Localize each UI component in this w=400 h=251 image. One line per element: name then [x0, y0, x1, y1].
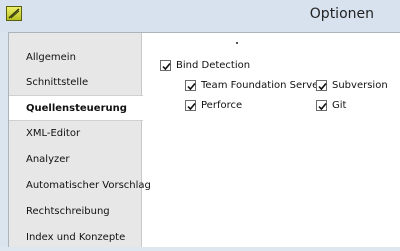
title-bar[interactable]: Optionen: [0, 0, 400, 32]
tfs-option[interactable]: Team Foundation Server: [185, 79, 322, 92]
subversion-label: Subversion: [332, 80, 388, 91]
options-window: Optionen Allgemein Schnittstelle Quellen…: [0, 0, 400, 247]
sidebar-item-label: Index und Konzepte: [26, 232, 126, 243]
sidebar-item-allgemein[interactable]: Allgemein: [9, 45, 142, 71]
sidebar-item-xml-editor[interactable]: XML-Editor: [9, 121, 142, 147]
bind-detection-label: Bind Detection: [176, 60, 251, 71]
sidebar-item-label: Schnittstelle: [26, 77, 89, 88]
subversion-checkbox[interactable]: [316, 80, 327, 91]
sidebar-item-label: Automatischer Vorschlag: [26, 180, 151, 191]
window-title: Optionen: [309, 6, 374, 22]
git-checkbox[interactable]: [316, 100, 327, 111]
sidebar-item-analyzer[interactable]: Analyzer: [9, 147, 142, 173]
tfs-checkbox[interactable]: [185, 80, 196, 91]
tfs-label: Team Foundation Server: [201, 80, 323, 91]
perforce-option[interactable]: Perforce: [185, 99, 242, 112]
sidebar-item-label: Analyzer: [26, 154, 70, 165]
sidebar-item-rechtschreibung[interactable]: Rechtschreibung: [9, 199, 142, 225]
sidebar-item-index-und-konzepte[interactable]: Index und Konzepte: [9, 225, 142, 251]
sidebar-item-quellensteuerung[interactable]: Quellensteuerung: [9, 95, 143, 121]
bind-detection-option[interactable]: Bind Detection: [160, 59, 250, 72]
sidebar-item-label: XML-Editor: [26, 128, 81, 139]
git-label: Git: [332, 100, 347, 111]
sidebar-item-automatischer-vorschlag[interactable]: Automatischer Vorschlag: [9, 173, 151, 199]
separator-dot: [236, 42, 238, 44]
sidebar-item-label: Rechtschreibung: [26, 206, 110, 217]
perforce-checkbox[interactable]: [185, 100, 196, 111]
sidebar-item-label: Allgemein: [26, 52, 76, 63]
perforce-label: Perforce: [201, 100, 243, 111]
sidebar-item-label: Quellensteuerung: [26, 103, 127, 114]
app-logo-icon: [6, 6, 22, 21]
bind-detection-checkbox[interactable]: [160, 60, 171, 71]
subversion-option[interactable]: Subversion: [316, 79, 388, 92]
git-option[interactable]: Git: [316, 99, 346, 112]
sidebar-item-schnittstelle[interactable]: Schnittstelle: [9, 70, 142, 96]
options-sidebar: Allgemein Schnittstelle Quellensteuerung…: [9, 33, 151, 247]
